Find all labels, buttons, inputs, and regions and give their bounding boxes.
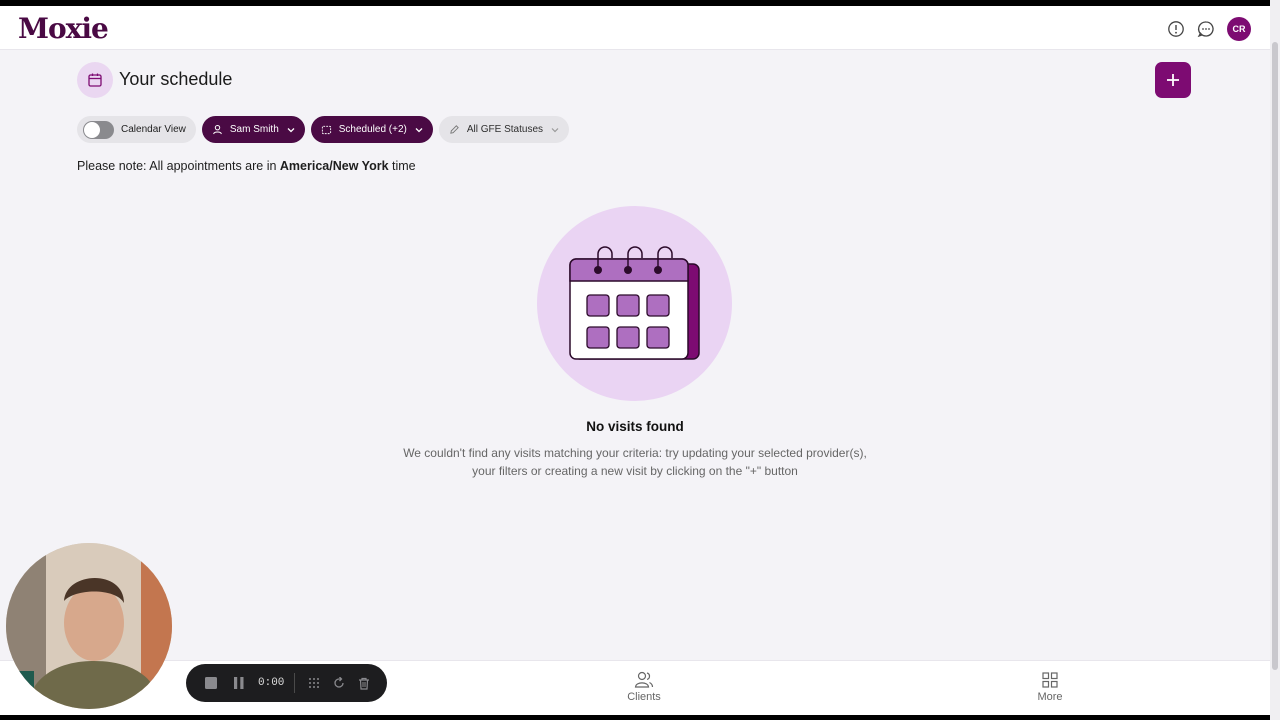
screen-recorder-toolbar: 0:00 xyxy=(186,664,387,702)
chat-icon[interactable] xyxy=(1197,20,1215,38)
chevron-down-icon xyxy=(415,127,423,132)
provider-filter[interactable]: Sam Smith xyxy=(201,116,305,143)
app-window: Moxie CR Your schedule Calendar View Sam… xyxy=(0,6,1270,715)
scroll-thumb[interactable] xyxy=(1272,42,1278,670)
pause-recording-button[interactable] xyxy=(228,672,250,694)
trash-icon xyxy=(359,677,370,690)
restart-recording-button[interactable] xyxy=(328,672,350,694)
add-visit-button[interactable] xyxy=(1155,62,1191,98)
user-icon xyxy=(213,124,222,135)
grid-icon xyxy=(1042,672,1058,688)
timezone-value: America/New York xyxy=(279,159,389,173)
page-title: Your schedule xyxy=(119,69,233,89)
chevron-down-icon xyxy=(287,127,295,132)
recording-timer: 0:00 xyxy=(258,677,285,689)
drag-handle[interactable] xyxy=(303,672,325,694)
calendar-title-icon xyxy=(77,62,113,98)
users-icon xyxy=(634,671,654,688)
stop-icon xyxy=(205,677,217,689)
restart-icon xyxy=(334,677,345,688)
recorder-divider xyxy=(294,673,296,693)
top-bar: Moxie CR xyxy=(0,6,1270,50)
chevron-down-icon xyxy=(551,127,559,132)
moxie-logo[interactable]: Moxie xyxy=(18,12,109,45)
status-filter[interactable]: Scheduled (+2) xyxy=(310,116,433,143)
page-scrollbar[interactable] xyxy=(1270,0,1280,720)
toggle-switch[interactable] xyxy=(83,120,114,139)
empty-state-illustration xyxy=(537,206,732,401)
gfe-status-filter[interactable]: All GFE Statuses xyxy=(438,116,570,143)
presenter-video-image xyxy=(6,543,172,709)
nav-more[interactable]: More xyxy=(1010,671,1090,703)
calendar-illustration-icon xyxy=(569,246,700,360)
provider-filter-label: Sam Smith xyxy=(229,124,279,135)
status-filter-label: Scheduled (+2) xyxy=(338,124,407,135)
filter-bar: Calendar View Sam Smith Scheduled (+2) A… xyxy=(77,116,570,143)
empty-state-description: We couldn't find any visits matching you… xyxy=(403,446,867,478)
calendar-view-label: Calendar View xyxy=(121,124,186,135)
timezone-note: Please note: All appointments are in Ame… xyxy=(77,159,416,173)
calendar-status-icon xyxy=(321,125,331,135)
user-avatar[interactable]: CR xyxy=(1227,17,1251,41)
info-icon[interactable] xyxy=(1167,20,1185,38)
stop-recording-button[interactable] xyxy=(200,672,222,694)
empty-state-title: No visits found xyxy=(586,419,684,434)
calendar-view-toggle[interactable]: Calendar View xyxy=(77,116,196,143)
dots-grid-icon xyxy=(309,678,320,688)
plus-icon xyxy=(1167,74,1179,86)
webcam-overlay xyxy=(6,543,172,709)
pencil-icon xyxy=(450,125,459,134)
gfe-filter-label: All GFE Statuses xyxy=(466,124,544,135)
nav-clients[interactable]: Clients xyxy=(604,671,684,703)
pause-icon xyxy=(234,677,244,689)
delete-recording-button[interactable] xyxy=(353,672,375,694)
